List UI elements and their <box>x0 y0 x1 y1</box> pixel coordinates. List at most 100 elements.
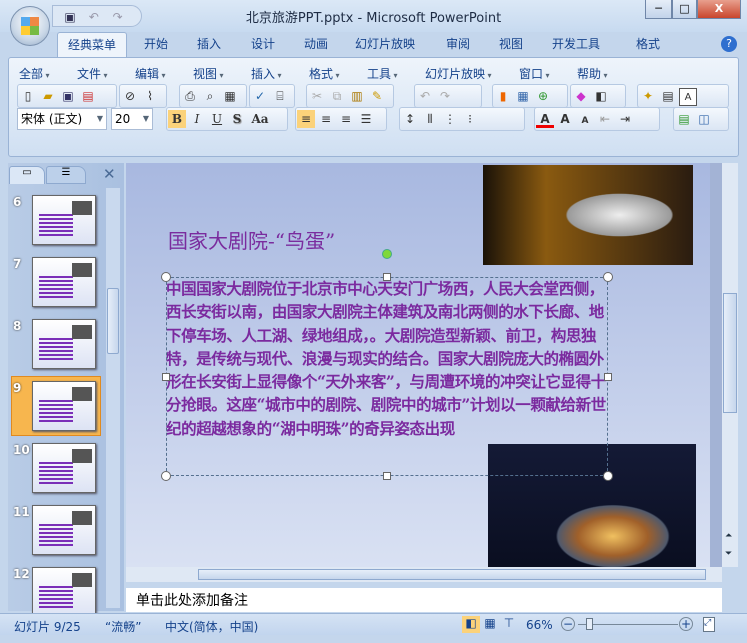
increase-indent-icon[interactable]: ⇥ <box>616 110 634 128</box>
resize-handle[interactable] <box>383 273 391 281</box>
italic-button[interactable]: I <box>188 110 206 128</box>
arrange-icon[interactable]: ▤ <box>675 110 693 128</box>
tab-review[interactable]: 审阅 <box>437 32 479 58</box>
fit-to-window-icon[interactable]: ⤢ <box>703 617 715 632</box>
layout-icon[interactable]: ▤ <box>659 87 677 105</box>
grow-font-icon[interactable]: A <box>556 110 574 128</box>
slide-thumbnail[interactable] <box>32 567 96 617</box>
new-slide-icon[interactable]: ✦ <box>639 87 657 105</box>
change-case-button[interactable]: Aa <box>248 110 272 128</box>
tab-classic-menu[interactable]: 经典菜单 <box>57 32 127 58</box>
menu-format[interactable]: 格式 <box>309 65 340 82</box>
grid-icon[interactable]: ▦ <box>221 87 239 105</box>
tab-format[interactable]: 格式 <box>625 32 671 58</box>
attach-icon[interactable]: ⌇ <box>141 87 159 105</box>
font-name-select[interactable]: 宋体 (正文) ▼ <box>17 108 107 130</box>
slide-thumbnail[interactable] <box>32 319 96 369</box>
undo-icon[interactable]: ↶ <box>85 8 103 26</box>
panel-scrollbar[interactable] <box>106 188 120 608</box>
tab-animation[interactable]: 动画 <box>295 32 337 58</box>
open-icon[interactable]: ▰ <box>39 87 57 105</box>
undo-icon[interactable]: ↶ <box>416 87 434 105</box>
horizontal-scrollbar[interactable] <box>126 567 722 582</box>
scrollbar-thumb[interactable] <box>723 293 737 413</box>
permission-icon[interactable]: ⊘ <box>121 87 139 105</box>
align-left-icon[interactable]: ≡ <box>297 110 315 128</box>
shapes-icon[interactable]: ◫ <box>695 110 713 128</box>
hyperlink-icon[interactable]: ⊕ <box>534 87 552 105</box>
slide-thumbnail[interactable] <box>32 505 96 555</box>
slide-thumbnail[interactable] <box>32 443 96 493</box>
tab-view[interactable]: 视图 <box>490 32 532 58</box>
table-icon[interactable]: ▦ <box>514 87 532 105</box>
slide-thumbnail[interactable] <box>32 381 96 431</box>
vertical-scrollbar[interactable]: ⏶ ⏷ <box>722 163 738 567</box>
previous-slide-icon[interactable]: ⏶ <box>725 531 732 541</box>
font-size-select[interactable]: 20 ▼ <box>111 108 153 130</box>
font-color-icon[interactable]: A <box>536 110 554 128</box>
outline-tab[interactable]: ☰ <box>46 166 86 184</box>
text-direction-icon[interactable]: ⦀ <box>421 110 439 128</box>
slide-title[interactable]: 国家大剧院-“鸟蛋” <box>168 225 335 254</box>
research-icon[interactable]: ⌸ <box>271 87 289 105</box>
textbox-icon[interactable]: A <box>679 88 697 106</box>
resize-handle[interactable] <box>383 472 391 480</box>
new-icon[interactable]: ▯ <box>19 87 37 105</box>
publish-icon[interactable]: ▤ <box>79 87 97 105</box>
align-center-icon[interactable]: ≡ <box>317 110 335 128</box>
line-spacing-icon[interactable]: ↕ <box>401 110 419 128</box>
textbox-selection[interactable] <box>166 277 608 476</box>
slideshow-icon[interactable]: ⊤ <box>500 616 518 630</box>
save-icon[interactable]: ▣ <box>59 87 77 105</box>
menu-help[interactable]: 帮助 <box>577 65 608 82</box>
menu-edit[interactable]: 编辑 <box>135 65 166 82</box>
decrease-indent-icon[interactable]: ⇤ <box>596 110 614 128</box>
print-preview-icon[interactable]: ⌕ <box>201 87 219 105</box>
menu-all[interactable]: 全部 <box>19 65 50 82</box>
close-button[interactable]: X <box>697 0 741 19</box>
menu-insert[interactable]: 插入 <box>251 65 282 82</box>
shadow-button[interactable]: S <box>228 110 246 128</box>
maximize-button[interactable]: □ <box>672 0 697 19</box>
close-panel-icon[interactable]: ✕ <box>103 165 116 183</box>
menu-view[interactable]: 视图 <box>193 65 224 82</box>
slide-thumbnail[interactable] <box>32 257 96 307</box>
zoom-slider[interactable] <box>578 624 678 625</box>
menu-slideshow[interactable]: 幻灯片放映 <box>425 65 492 82</box>
rotate-handle[interactable] <box>382 249 392 259</box>
zoom-in-button[interactable]: + <box>679 617 693 631</box>
print-icon[interactable]: ⎙ <box>181 87 199 105</box>
menu-tools[interactable]: 工具 <box>367 65 398 82</box>
redo-icon[interactable]: ↷ <box>436 87 454 105</box>
grayscale-icon[interactable]: ◧ <box>592 87 610 105</box>
slides-tab[interactable]: ▭ <box>9 166 45 184</box>
save-icon[interactable]: ▣ <box>61 8 79 26</box>
resize-handle[interactable] <box>162 373 170 381</box>
zoom-out-button[interactable]: − <box>561 617 575 631</box>
slide-thumbnail[interactable] <box>32 195 96 245</box>
underline-button[interactable]: U <box>208 110 226 128</box>
tab-home[interactable]: 开始 <box>135 32 177 58</box>
resize-handle[interactable] <box>161 272 171 282</box>
resize-handle[interactable] <box>161 471 171 481</box>
paste-icon[interactable]: ▥ <box>348 87 366 105</box>
menu-window[interactable]: 窗口 <box>519 65 550 82</box>
shrink-font-icon[interactable]: A <box>576 112 594 130</box>
zoom-slider-thumb[interactable] <box>585 618 593 630</box>
language-indicator[interactable]: 中文(简体，中国) <box>165 618 258 635</box>
tab-developer[interactable]: 开发工具 <box>545 32 607 58</box>
notes-pane[interactable]: 单击此处添加备注 <box>126 588 722 612</box>
resize-handle[interactable] <box>603 272 613 282</box>
resize-handle[interactable] <box>604 373 612 381</box>
scrollbar-thumb[interactable] <box>198 569 706 580</box>
slide-sorter-icon[interactable]: ▦ <box>481 616 499 630</box>
spelling-icon[interactable]: ✓ <box>251 87 269 105</box>
justify-icon[interactable]: ☰ <box>357 110 375 128</box>
tab-slideshow[interactable]: 幻灯片放映 <box>350 32 420 58</box>
bullets-icon[interactable]: ⁝ <box>461 110 479 128</box>
theme-name[interactable]: “流畅” <box>105 618 141 635</box>
normal-view-icon[interactable]: ◧ <box>462 616 480 633</box>
numbering-icon[interactable]: ⋮ <box>441 110 459 128</box>
tab-insert[interactable]: 插入 <box>188 32 230 58</box>
resize-handle[interactable] <box>603 471 613 481</box>
